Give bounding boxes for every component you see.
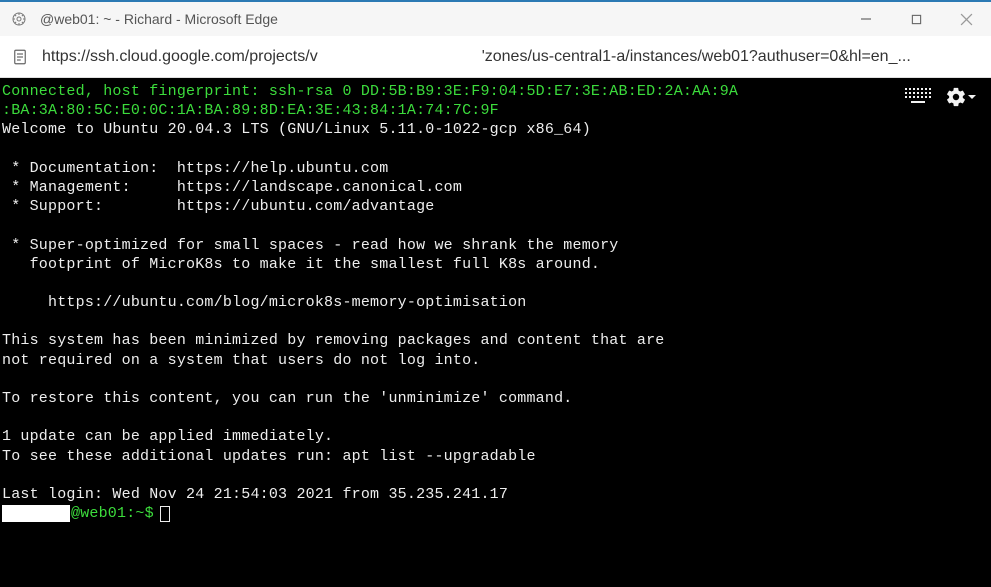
blank-line (2, 140, 989, 159)
window-close-button[interactable] (941, 2, 991, 36)
ssh-terminal[interactable]: Connected, host fingerprint: ssh-rsa 0 D… (0, 78, 991, 587)
blank-line (2, 370, 989, 389)
address-bar[interactable]: https://ssh.cloud.google.com/projects/v … (0, 36, 991, 78)
opt-line-1: * Super-optimized for small spaces - rea… (2, 236, 989, 255)
url-text-right: 'zones/us-central1-a/instances/web01?aut… (482, 48, 911, 66)
lock-page-icon (11, 48, 29, 66)
opt-line-2: footprint of MicroK8s to make it the sma… (2, 255, 989, 274)
blank-line (2, 216, 989, 235)
fingerprint-line-2: :BA:3A:80:5C:E0:0C:1A:BA:89:8D:EA:3E:43:… (2, 101, 989, 120)
blank-line (2, 466, 989, 485)
window-maximize-button[interactable] (891, 2, 941, 36)
minimize-icon (860, 13, 872, 25)
prompt-host: @web01 (71, 504, 126, 523)
close-icon (960, 13, 973, 26)
terminal-cursor (160, 506, 170, 522)
maximize-icon (911, 14, 922, 25)
opt-link-line: https://ubuntu.com/blog/microk8s-memory-… (2, 293, 989, 312)
support-line: * Support: https://ubuntu.com/advantage (2, 197, 989, 216)
doc-line: * Documentation: https://help.ubuntu.com (2, 159, 989, 178)
welcome-line: Welcome to Ubuntu 20.04.3 LTS (GNU/Linux… (2, 120, 989, 139)
update-line-2: To see these additional updates run: apt… (2, 447, 989, 466)
window-controls (841, 2, 991, 36)
fingerprint-line-1: Connected, host fingerprint: ssh-rsa 0 D… (2, 82, 989, 101)
prompt-dollar: $ (145, 504, 154, 523)
minimized-line-2: not required on a system that users do n… (2, 351, 989, 370)
prompt-path: :~ (126, 504, 144, 523)
blank-line (2, 312, 989, 331)
window-minimize-button[interactable] (841, 2, 891, 36)
terminal-toolbar (905, 86, 977, 108)
url-text-left: https://ssh.cloud.google.com/projects/v (42, 48, 318, 66)
keyboard-icon[interactable] (905, 88, 931, 106)
window-title: @web01: ~ - Richard - Microsoft Edge (40, 11, 278, 27)
prompt-user-redacted (2, 505, 70, 522)
app-icon (10, 10, 28, 28)
site-info-icon[interactable] (10, 47, 30, 67)
blank-line (2, 274, 989, 293)
last-login-line: Last login: Wed Nov 24 21:54:03 2021 fro… (2, 485, 989, 504)
window-titlebar: @web01: ~ - Richard - Microsoft Edge (0, 0, 991, 36)
blank-line (2, 408, 989, 427)
gear-icon[interactable] (945, 86, 977, 108)
update-line-1: 1 update can be applied immediately. (2, 427, 989, 446)
minimized-line-1: This system has been minimized by removi… (2, 331, 989, 350)
mgmt-line: * Management: https://landscape.canonica… (2, 178, 989, 197)
chevron-down-icon (967, 86, 977, 108)
restore-line: To restore this content, you can run the… (2, 389, 989, 408)
shell-prompt[interactable]: @web01 :~ $ (2, 504, 989, 523)
